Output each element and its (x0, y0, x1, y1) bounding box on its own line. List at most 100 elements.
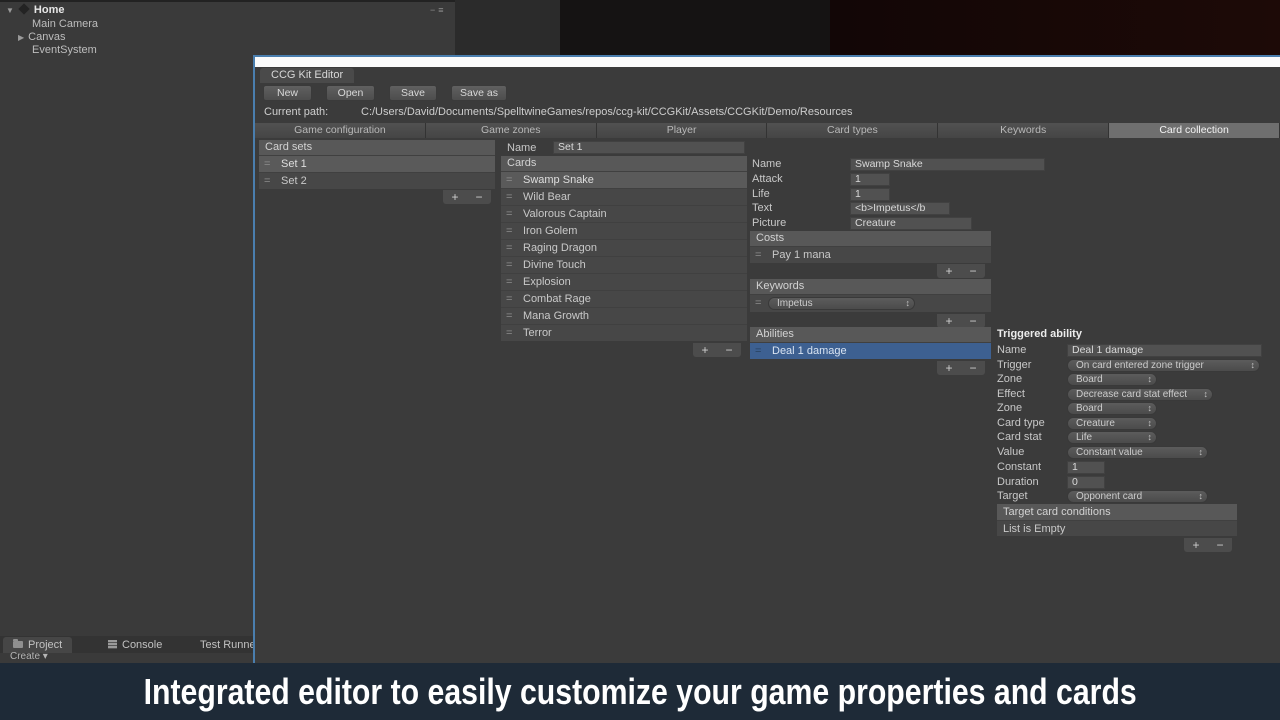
new-button[interactable]: New (263, 85, 312, 101)
card-item[interactable]: =Wild Bear (501, 188, 747, 205)
constant-label: Constant (997, 461, 1041, 474)
drag-handle-icon[interactable]: = (506, 189, 512, 205)
caption-bar: Integrated editor to easily customize yo… (0, 663, 1280, 720)
console-icon (108, 640, 117, 649)
zone-label: Zone (997, 402, 1022, 415)
save-as-button[interactable]: Save as (451, 85, 507, 101)
caret-down-icon: ▾ (43, 651, 48, 662)
tab-player[interactable]: Player (597, 123, 768, 138)
hierarchy-item-home[interactable]: ▼Home (6, 3, 64, 17)
target-dropdown[interactable]: Opponent card↕ (1067, 490, 1208, 503)
prop-attack-field[interactable]: 1 (850, 173, 890, 186)
drag-handle-icon[interactable]: = (506, 206, 512, 222)
editor-window-tab[interactable]: CCG Kit Editor (260, 68, 354, 83)
drag-handle-icon[interactable]: = (506, 240, 512, 256)
card-item[interactable]: =Swamp Snake (501, 171, 747, 188)
tab-menu-icon[interactable]: ≡ (438, 5, 446, 15)
tab-keywords[interactable]: Keywords (938, 123, 1109, 138)
prop-life-label: Life (752, 188, 770, 201)
value-dropdown[interactable]: Constant value↕ (1067, 446, 1208, 459)
remove-button[interactable]: − (725, 344, 732, 356)
remove-button[interactable]: − (969, 265, 976, 277)
ability-name-label: Name (997, 344, 1026, 357)
prop-life-field[interactable]: 1 (850, 188, 890, 201)
current-path-value: C:/Users/David/Documents/SpelltwineGames… (361, 106, 852, 118)
card-item[interactable]: =Valorous Captain (501, 205, 747, 222)
save-button[interactable]: Save (389, 85, 437, 101)
expand-arrow-icon[interactable]: ▼ (6, 6, 14, 15)
card-set-item[interactable]: =Set 1 (259, 155, 495, 172)
ability-item[interactable]: =Deal 1 damage (750, 342, 991, 359)
panel-menu-icons[interactable]: −≡ (430, 5, 447, 15)
list-footer-buttons: + − (937, 314, 985, 328)
create-dropdown[interactable]: Create ▾ (10, 651, 48, 662)
add-button[interactable]: + (1192, 539, 1199, 551)
effect-dropdown[interactable]: Decrease card stat effect↕ (1067, 388, 1213, 401)
ccg-kit-editor-window: CCG Kit Editor New Open Save Save as Cur… (253, 55, 1280, 663)
card-item[interactable]: =Raging Dragon (501, 239, 747, 256)
dropdown-stepper-icon: ↕ (1199, 491, 1204, 502)
cards-header: Cards (501, 156, 747, 171)
card-item[interactable]: =Iron Golem (501, 222, 747, 239)
card-item[interactable]: =Divine Touch (501, 256, 747, 273)
keyword-item[interactable]: = Impetus ↕ (750, 294, 991, 312)
card-set-item[interactable]: =Set 2 (259, 172, 495, 189)
add-button[interactable]: + (451, 191, 458, 203)
tab-console[interactable]: Console (108, 637, 162, 653)
hierarchy-item-canvas[interactable]: ▶Canvas (18, 30, 65, 44)
drag-handle-icon[interactable]: = (506, 308, 512, 324)
remove-button[interactable]: − (1216, 539, 1223, 551)
remove-button[interactable]: − (475, 191, 482, 203)
card-stat-dropdown[interactable]: Life↕ (1067, 431, 1157, 444)
drag-handle-icon[interactable]: = (506, 325, 512, 341)
trigger-dropdown[interactable]: On card entered zone trigger↕ (1067, 359, 1260, 372)
prop-picture-label: Picture (752, 217, 786, 230)
card-type-dropdown[interactable]: Creature↕ (1067, 417, 1157, 430)
open-button[interactable]: Open (326, 85, 375, 101)
project-toolbar: Create ▾ (0, 653, 253, 663)
tab-card-types[interactable]: Card types (767, 123, 938, 138)
expand-arrow-icon[interactable]: ▶ (18, 33, 24, 42)
add-button[interactable]: + (701, 344, 708, 356)
tab-test-runner[interactable]: Test Runner (200, 637, 253, 653)
remove-button[interactable]: − (969, 362, 976, 374)
target-card-conditions-header: Target card conditions (997, 504, 1237, 520)
drag-handle-icon[interactable]: = (506, 223, 512, 239)
drag-handle-icon[interactable]: = (506, 274, 512, 290)
prop-text-field[interactable]: <b>Impetus</b (850, 202, 950, 215)
card-item[interactable]: =Terror (501, 324, 747, 341)
zone-dropdown[interactable]: Board↕ (1067, 373, 1157, 386)
ability-name-field[interactable]: Deal 1 damage (1067, 344, 1262, 357)
dropdown-stepper-icon: ↕ (1251, 360, 1256, 371)
tab-game-zones[interactable]: Game zones (426, 123, 597, 138)
card-item[interactable]: =Explosion (501, 273, 747, 290)
add-button[interactable]: + (945, 265, 952, 277)
remove-button[interactable]: − (969, 315, 976, 327)
prop-picture-field[interactable]: Creature (850, 217, 972, 230)
card-item[interactable]: =Combat Rage (501, 290, 747, 307)
card-item[interactable]: =Mana Growth (501, 307, 747, 324)
keyword-dropdown[interactable]: Impetus ↕ (768, 297, 915, 310)
cost-item[interactable]: =Pay 1 mana (750, 246, 991, 263)
dropdown-stepper-icon: ↕ (1148, 418, 1153, 429)
drag-handle-icon[interactable]: = (506, 257, 512, 273)
drag-handle-icon[interactable]: = (755, 247, 761, 263)
prop-name-field[interactable]: Swamp Snake (850, 158, 1045, 171)
add-button[interactable]: + (945, 315, 952, 327)
constant-field[interactable]: 1 (1067, 461, 1105, 474)
duration-label: Duration (997, 476, 1039, 489)
drag-handle-icon[interactable]: = (264, 156, 270, 172)
drag-handle-icon[interactable]: = (755, 295, 761, 311)
drag-handle-icon[interactable]: = (506, 172, 512, 188)
drag-handle-icon[interactable]: = (755, 343, 761, 359)
tab-card-collection[interactable]: Card collection (1109, 123, 1280, 138)
duration-field[interactable]: 0 (1067, 476, 1105, 489)
drag-handle-icon[interactable]: = (506, 291, 512, 307)
tab-game-configuration[interactable]: Game configuration (255, 123, 426, 138)
drag-handle-icon[interactable]: = (264, 173, 270, 189)
hierarchy-item-main-camera[interactable]: Main Camera (32, 17, 98, 31)
hierarchy-item-eventsystem[interactable]: EventSystem (32, 43, 97, 57)
set-name-field[interactable]: Set 1 (553, 141, 745, 154)
zone-dropdown[interactable]: Board↕ (1067, 402, 1157, 415)
add-button[interactable]: + (945, 362, 952, 374)
